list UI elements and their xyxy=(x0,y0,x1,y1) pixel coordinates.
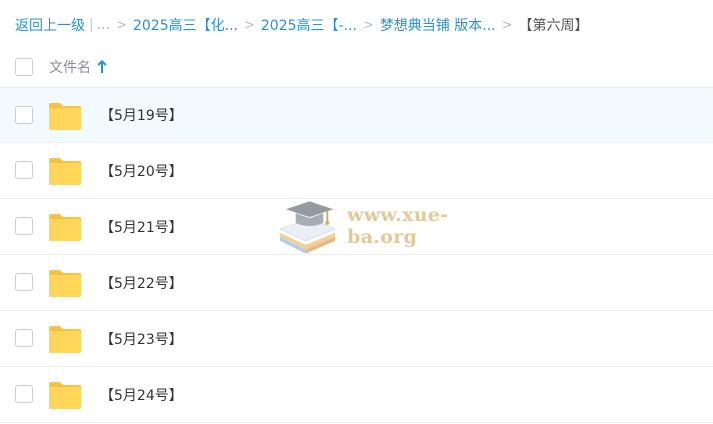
back-link[interactable]: 返回上一级 xyxy=(15,15,85,35)
arrow-up-icon xyxy=(97,60,107,73)
breadcrumb-item[interactable]: 梦想典当铺 版本... xyxy=(380,15,496,35)
chevron-right-icon: > xyxy=(116,17,127,33)
folder-icon xyxy=(49,270,81,297)
row-checkbox[interactable] xyxy=(15,385,33,403)
breadcrumb-item[interactable]: 2025高三【-... xyxy=(261,15,357,35)
breadcrumb-ellipsis[interactable]: ... xyxy=(97,17,110,33)
folder-icon xyxy=(49,103,81,130)
list-header: 文件名 xyxy=(0,48,713,86)
folder-icon xyxy=(49,382,81,409)
file-name[interactable]: 【5月19号】 xyxy=(100,105,183,125)
breadcrumb-current: 【第六周】 xyxy=(518,18,589,34)
graduation-cap-icon xyxy=(278,201,337,254)
breadcrumb-item[interactable]: 2025高三【化... xyxy=(133,15,238,35)
file-browser: 返回上一级 | ... > 2025高三【化... > 2025高三【-... … xyxy=(0,0,713,424)
list-item[interactable]: 【5月19号】 xyxy=(0,87,713,143)
chevron-right-icon: > xyxy=(501,17,513,33)
list-item[interactable]: 【5月23号】 xyxy=(0,311,713,367)
breadcrumb-divider: | xyxy=(89,17,94,33)
sort-by-name-header[interactable]: 文件名 xyxy=(49,57,107,77)
list-item[interactable]: 【5月24号】 xyxy=(0,367,713,423)
folder-icon xyxy=(49,158,81,185)
name-column-label: 文件名 xyxy=(49,60,91,76)
row-checkbox[interactable] xyxy=(15,217,33,235)
row-checkbox[interactable] xyxy=(15,106,33,124)
row-checkbox[interactable] xyxy=(15,161,33,179)
file-name[interactable]: 【5月23号】 xyxy=(100,329,183,349)
row-checkbox[interactable] xyxy=(15,329,33,347)
list-item[interactable]: 【5月22号】 xyxy=(0,255,713,311)
folder-icon xyxy=(49,326,81,353)
file-name[interactable]: 【5月24号】 xyxy=(100,385,183,405)
watermark: www.xue-ba.org xyxy=(276,195,516,257)
file-name[interactable]: 【5月20号】 xyxy=(100,161,183,181)
breadcrumb: 返回上一级 | ... > 2025高三【化... > 2025高三【-... … xyxy=(15,14,713,36)
list-item[interactable]: 【5月20号】 xyxy=(0,143,713,199)
folder-icon xyxy=(49,214,81,241)
watermark-text: www.xue-ba.org xyxy=(347,204,449,248)
chevron-right-icon: > xyxy=(362,17,374,33)
select-all-checkbox[interactable] xyxy=(15,58,33,76)
row-checkbox[interactable] xyxy=(15,273,33,291)
chevron-right-icon: > xyxy=(243,17,255,33)
file-name[interactable]: 【5月22号】 xyxy=(100,273,183,293)
file-name[interactable]: 【5月21号】 xyxy=(100,217,183,237)
